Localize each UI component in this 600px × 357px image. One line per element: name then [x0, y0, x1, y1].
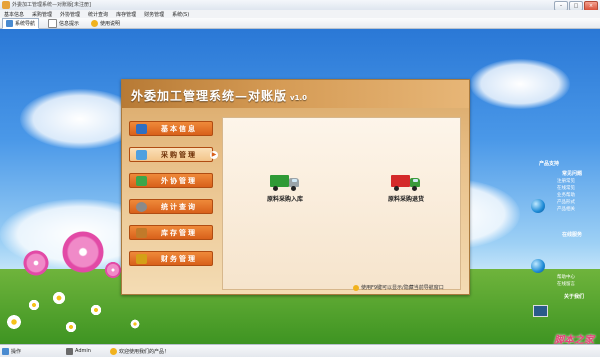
globe-icon [531, 259, 545, 273]
support-link[interactable]: 产品相关 [557, 206, 575, 212]
tab-help-label: 使用说明 [100, 20, 121, 27]
purchase-icon [136, 149, 147, 160]
info-icon [48, 18, 58, 28]
green-truck-icon [270, 173, 300, 191]
tab-navigation[interactable]: 系统导航 [2, 17, 40, 29]
status-operator-label: 操作 [11, 348, 22, 355]
support-link[interactable]: 帮助中心 [557, 274, 575, 280]
globe-icon [531, 199, 545, 213]
inventory-icon [136, 227, 147, 238]
daisy-flower [6, 314, 22, 330]
module-statistics-button[interactable]: 统计查询 [129, 199, 213, 214]
monitor-icon [533, 305, 548, 317]
support-link[interactable]: 在线留言 [557, 281, 575, 287]
module-purchase-button[interactable]: 采购管理 ▶ [129, 147, 218, 162]
menu-purchase[interactable]: 采购管理 [28, 11, 56, 18]
support-link[interactable]: 产品形式 [557, 199, 575, 205]
tab-help[interactable]: 使用说明 [88, 19, 123, 28]
support-title: 产品支持 [539, 161, 560, 167]
support-link[interactable]: 注册常见 [557, 178, 575, 184]
status-user: Admin [66, 347, 106, 355]
query-icon [136, 201, 147, 212]
panel-version: v1.0 [290, 94, 307, 102]
module-finance-label: 财务管理 [161, 254, 197, 263]
module-outsource-label: 外协管理 [161, 176, 197, 185]
module-content-area: 原料采购入库 原料采购退货 使用F9键可以显示/隐藏当前导航窗口 [222, 117, 461, 291]
menu-statistics[interactable]: 统计查询 [84, 11, 112, 18]
product-support-widget: 产品支持 常见问题 注册常见 在线常见 业务帮助 产品形式 产品相关 在线服务 … [527, 155, 600, 344]
lightbulb-icon [353, 284, 359, 291]
status-message-text: 欢迎使用我们的产品！ [119, 348, 170, 355]
outsource-icon [136, 175, 147, 186]
cloud [470, 59, 570, 109]
smile-icon [110, 347, 117, 355]
module-finance-button[interactable]: 财务管理 [129, 251, 213, 266]
red-truck-icon [391, 173, 421, 191]
module-outsource-button[interactable]: 外协管理 [129, 173, 213, 188]
panel-header: 外委加工管理系统—对账版 v1.0 [122, 80, 469, 108]
purchase-inbound-label: 原料采购入库 [266, 196, 303, 203]
module-purchase-label: 采购管理 [161, 150, 197, 159]
navigation-icon [6, 19, 13, 27]
module-inventory-label: 库存管理 [161, 228, 197, 237]
pink-flower [22, 249, 50, 277]
panel-title-text: 外委加工管理系统—对账版 [131, 89, 288, 103]
toolbar: 系统导航 信息提示 使用说明 [0, 17, 600, 29]
support-link[interactable]: 在线常见 [557, 185, 575, 191]
daisy-flower [130, 319, 140, 329]
tab-info-label: 信息提示 [59, 20, 80, 27]
window-title: 外委加工管理系统—对账版[未注册] [12, 2, 91, 8]
info-icon [136, 123, 147, 134]
person-icon [66, 347, 73, 355]
daisy-flower [28, 299, 40, 311]
about-us-title: 关于我们 [564, 294, 585, 300]
menu-basic-info[interactable]: 基本信息 [0, 11, 28, 18]
daisy-flower [90, 304, 102, 316]
chevron-right-icon: ▶ [210, 151, 218, 159]
purchase-return-action[interactable]: 原料采购退货 [371, 173, 441, 203]
status-message: 欢迎使用我们的产品！ [110, 347, 170, 355]
purchase-inbound-action[interactable]: 原料采购入库 [250, 173, 320, 203]
f9-hint: 使用F9键可以显示/隐藏当前导航窗口 [353, 284, 444, 291]
pink-flower [104, 261, 122, 279]
tab-navigation-label: 系统导航 [15, 20, 36, 27]
daisy-flower [52, 291, 66, 305]
module-statistics-label: 统计查询 [161, 202, 197, 211]
tab-info[interactable]: 信息提示 [45, 18, 82, 29]
app-icon [2, 1, 10, 9]
f9-hint-text: 使用F9键可以显示/隐藏当前导航窗口 [361, 285, 444, 291]
support-link[interactable]: 业务帮助 [557, 192, 575, 198]
menu-outsource[interactable]: 外协管理 [56, 11, 84, 18]
faq-section-title: 常见问题 [562, 171, 583, 177]
pink-flower [60, 229, 106, 275]
module-basic-info-button[interactable]: 基本信息 [129, 121, 213, 136]
module-inventory-button[interactable]: 库存管理 [129, 225, 213, 240]
purchase-return-label: 原料采购退货 [387, 196, 424, 203]
module-basic-info-label: 基本信息 [161, 124, 197, 133]
menu-finance[interactable]: 财务管理 [140, 11, 168, 18]
daisy-flower [65, 321, 77, 333]
menu-inventory[interactable]: 库存管理 [112, 11, 140, 18]
navigation-panel: 外委加工管理系统—对账版 v1.0 基本信息 采购管理 ▶ 外协管理 统计查询 库… [121, 79, 470, 295]
status-operator: 操作 [2, 347, 62, 355]
finance-icon [136, 253, 147, 264]
online-service-title: 在线服务 [562, 232, 583, 238]
user-icon [2, 347, 9, 355]
status-bar: 操作 Admin 欢迎使用我们的产品！ [0, 344, 600, 357]
panel-title: 外委加工管理系统—对账版 v1.0 [131, 87, 307, 104]
status-user-name: Admin [75, 348, 91, 354]
menu-system[interactable]: 系统(S) [168, 11, 193, 18]
help-icon [91, 19, 99, 27]
